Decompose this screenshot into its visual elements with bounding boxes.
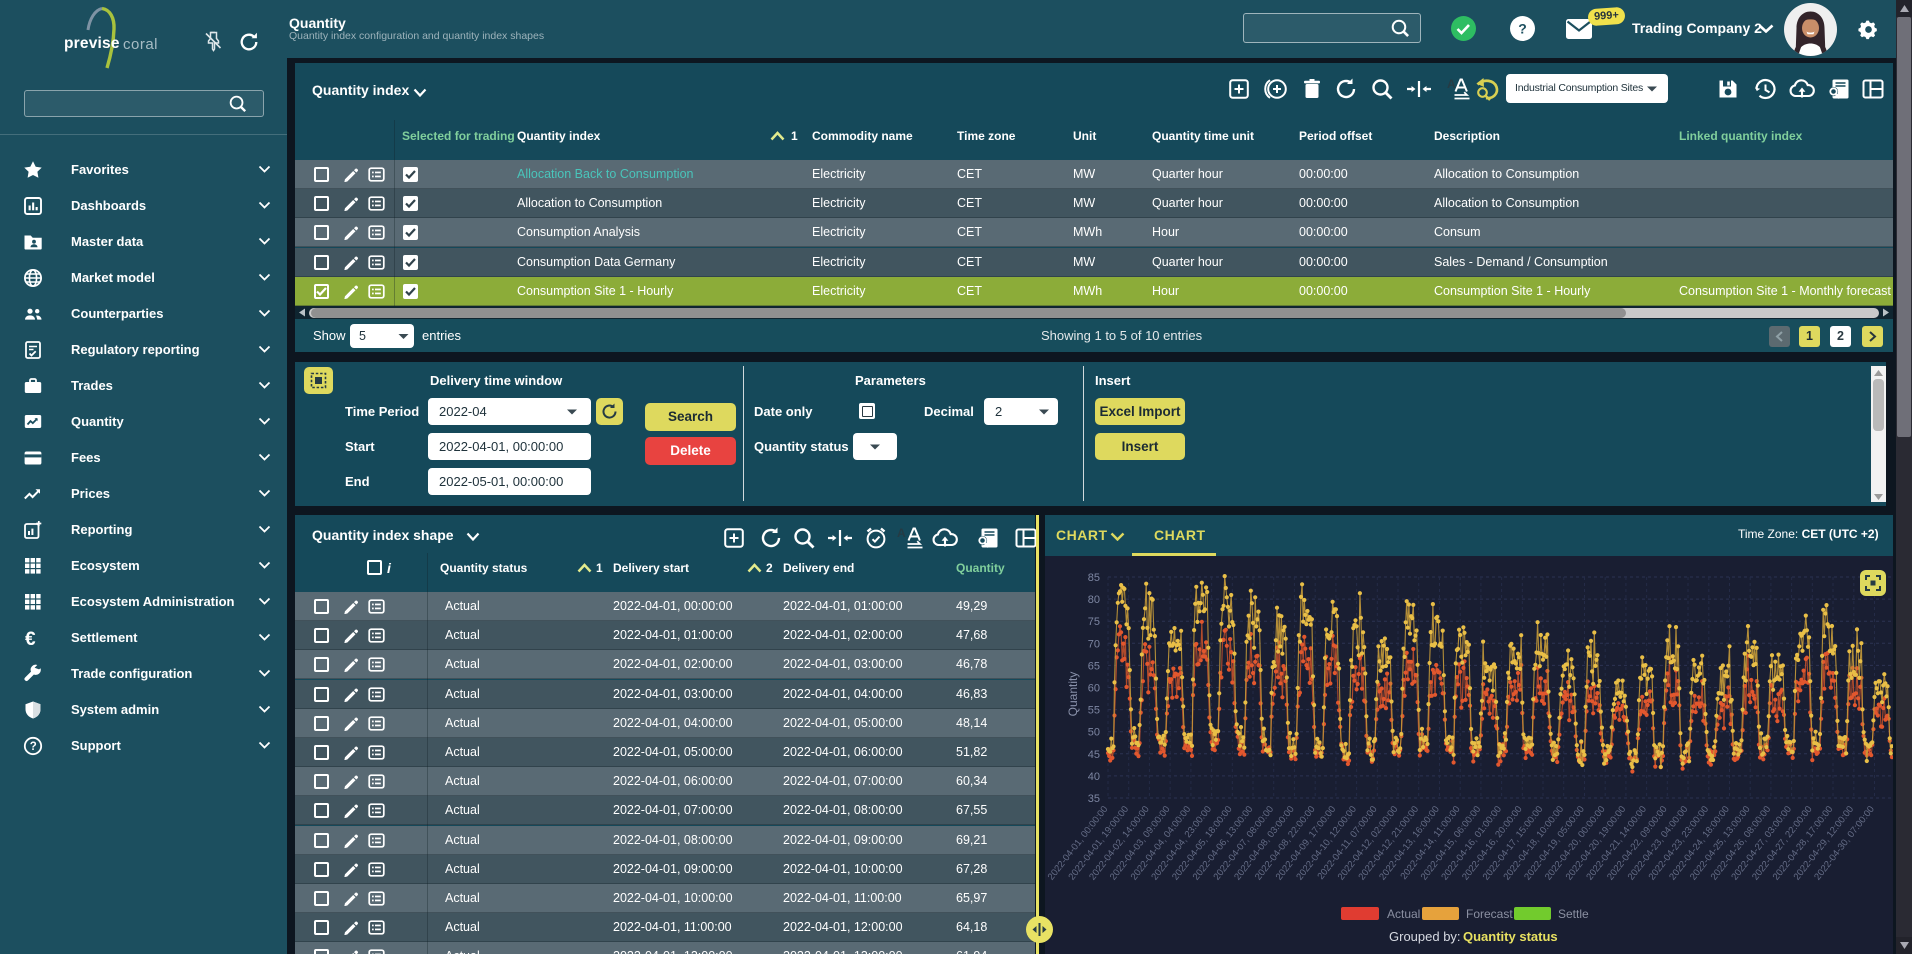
svg-text:55: 55	[1088, 705, 1100, 717]
svg-text:Quantity: Quantity	[1066, 672, 1080, 717]
svg-text:?: ?	[1518, 21, 1527, 37]
svg-text:65: 65	[1088, 660, 1100, 672]
svg-text:85: 85	[1088, 572, 1100, 584]
svg-text:35: 35	[1088, 793, 1100, 805]
svg-text:70: 70	[1088, 638, 1100, 650]
svg-text:45: 45	[1088, 749, 1100, 761]
svg-text:50: 50	[1088, 727, 1100, 739]
svg-text:80: 80	[1088, 594, 1100, 606]
svg-text:60: 60	[1088, 683, 1100, 695]
svg-text:40: 40	[1088, 771, 1100, 783]
svg-text:?: ?	[30, 741, 37, 753]
svg-text:75: 75	[1088, 616, 1100, 628]
svg-text:€: €	[25, 629, 36, 648]
